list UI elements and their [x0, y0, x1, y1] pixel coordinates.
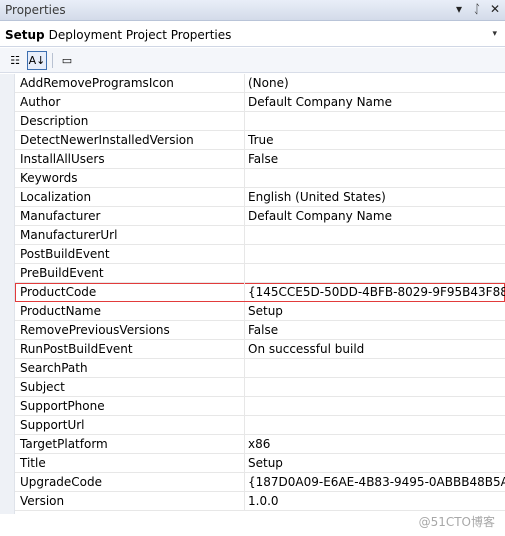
- property-row[interactable]: Author Default Company Name: [15, 93, 505, 112]
- property-name[interactable]: ProductCode: [15, 283, 245, 301]
- property-name[interactable]: PreBuildEvent: [15, 264, 245, 282]
- property-row[interactable]: SupportPhone: [15, 397, 505, 416]
- property-value[interactable]: True: [245, 131, 505, 149]
- property-name[interactable]: Localization: [15, 188, 245, 206]
- property-row[interactable]: ProductName Setup: [15, 302, 505, 321]
- property-name[interactable]: ManufacturerUrl: [15, 226, 245, 244]
- property-value[interactable]: Default Company Name: [245, 93, 505, 111]
- property-value[interactable]: [245, 112, 505, 130]
- property-row[interactable]: Version 1.0.0: [15, 492, 505, 511]
- property-row[interactable]: DetectNewerInstalledVersion True: [15, 131, 505, 150]
- property-value[interactable]: [245, 264, 505, 282]
- property-value[interactable]: False: [245, 150, 505, 168]
- property-name[interactable]: Description: [15, 112, 245, 130]
- property-row[interactable]: SupportUrl: [15, 416, 505, 435]
- property-value[interactable]: (None): [245, 74, 505, 92]
- property-value[interactable]: On successful build: [245, 340, 505, 358]
- chevron-down-icon[interactable]: ▾: [492, 29, 497, 39]
- properties-title-bar: Properties ▾ ᛇ ✕: [0, 0, 505, 21]
- property-value[interactable]: [245, 359, 505, 377]
- property-value[interactable]: Setup: [245, 302, 505, 320]
- property-name[interactable]: Subject: [15, 378, 245, 396]
- property-row[interactable]: UpgradeCode {187D0A09-E6AE-4B83-9495-0ABB…: [15, 473, 505, 492]
- property-name[interactable]: ProductName: [15, 302, 245, 320]
- property-name[interactable]: PostBuildEvent: [15, 245, 245, 263]
- properties-toolbar: ☷ A↓ ▭: [0, 48, 505, 73]
- categorized-icon: ☷: [10, 54, 20, 67]
- property-value[interactable]: {187D0A09-E6AE-4B83-9495-0ABBB48B5A63: [245, 473, 505, 491]
- property-value[interactable]: x86: [245, 435, 505, 453]
- property-row[interactable]: PreBuildEvent: [15, 264, 505, 283]
- property-value[interactable]: [245, 397, 505, 415]
- property-value[interactable]: [245, 245, 505, 263]
- property-row[interactable]: Manufacturer Default Company Name: [15, 207, 505, 226]
- property-name[interactable]: TargetPlatform: [15, 435, 245, 453]
- property-name[interactable]: Keywords: [15, 169, 245, 187]
- property-row[interactable]: RunPostBuildEvent On successful build: [15, 340, 505, 359]
- property-grid: AddRemoveProgramsIcon (None) Author Default…: [0, 74, 505, 514]
- grid-gutter: [0, 74, 15, 514]
- property-value[interactable]: Default Company Name: [245, 207, 505, 225]
- property-row[interactable]: AddRemoveProgramsIcon (None): [15, 74, 505, 93]
- property-pages-button[interactable]: ▭: [57, 51, 77, 70]
- selected-object: Setup Deployment Project Properties: [5, 28, 231, 42]
- property-name[interactable]: RemovePreviousVersions: [15, 321, 245, 339]
- property-row[interactable]: RemovePreviousVersions False: [15, 321, 505, 340]
- property-value[interactable]: English (United States): [245, 188, 505, 206]
- property-row[interactable]: ManufacturerUrl: [15, 226, 505, 245]
- property-name[interactable]: UpgradeCode: [15, 473, 245, 491]
- property-value[interactable]: Setup: [245, 454, 505, 472]
- property-name[interactable]: Version: [15, 492, 245, 510]
- property-value[interactable]: [245, 416, 505, 434]
- close-icon[interactable]: ✕: [489, 2, 501, 16]
- property-row[interactable]: Localization English (United States): [15, 188, 505, 207]
- property-name[interactable]: DetectNewerInstalledVersion: [15, 131, 245, 149]
- property-row[interactable]: Description: [15, 112, 505, 131]
- property-value[interactable]: [245, 378, 505, 396]
- watermark: @51CTO博客: [418, 515, 495, 529]
- property-row[interactable]: ProductCode {145CCE5D-50DD-4BFB-8029-9F95…: [15, 283, 505, 302]
- sort-alphabetical-icon: A↓: [28, 54, 46, 67]
- property-value[interactable]: [245, 226, 505, 244]
- property-value[interactable]: {145CCE5D-50DD-4BFB-8029-9F95B43F88E8: [245, 283, 505, 301]
- property-pages-icon: ▭: [61, 54, 73, 67]
- window-position-dropdown-icon[interactable]: ▾: [453, 2, 465, 16]
- property-name[interactable]: Manufacturer: [15, 207, 245, 225]
- property-row[interactable]: InstallAllUsers False: [15, 150, 505, 169]
- property-name[interactable]: SearchPath: [15, 359, 245, 377]
- property-name[interactable]: AddRemoveProgramsIcon: [15, 74, 245, 92]
- property-value[interactable]: False: [245, 321, 505, 339]
- alphabetical-button[interactable]: A↓: [27, 51, 47, 70]
- auto-hide-pin-icon[interactable]: ᛇ: [471, 2, 483, 16]
- property-name[interactable]: SupportPhone: [15, 397, 245, 415]
- property-row[interactable]: Subject: [15, 378, 505, 397]
- property-name[interactable]: InstallAllUsers: [15, 150, 245, 168]
- window-controls: ▾ ᛇ ✕: [453, 2, 501, 16]
- property-name[interactable]: SupportUrl: [15, 416, 245, 434]
- property-name[interactable]: Author: [15, 93, 245, 111]
- toolbar-separator: [52, 53, 53, 68]
- property-value[interactable]: [245, 169, 505, 187]
- object-selector-dropdown[interactable]: Setup Deployment Project Properties ▾: [0, 23, 505, 47]
- property-row[interactable]: PostBuildEvent: [15, 245, 505, 264]
- object-type: Deployment Project Properties: [48, 28, 232, 42]
- panel-title: Properties: [5, 3, 66, 17]
- categorized-button[interactable]: ☷: [5, 51, 25, 70]
- property-row[interactable]: Title Setup: [15, 454, 505, 473]
- object-name: Setup: [5, 28, 45, 42]
- property-row[interactable]: SearchPath: [15, 359, 505, 378]
- property-name[interactable]: RunPostBuildEvent: [15, 340, 245, 358]
- property-row[interactable]: TargetPlatform x86: [15, 435, 505, 454]
- property-row[interactable]: Keywords: [15, 169, 505, 188]
- property-value[interactable]: 1.0.0: [245, 492, 505, 510]
- property-name[interactable]: Title: [15, 454, 245, 472]
